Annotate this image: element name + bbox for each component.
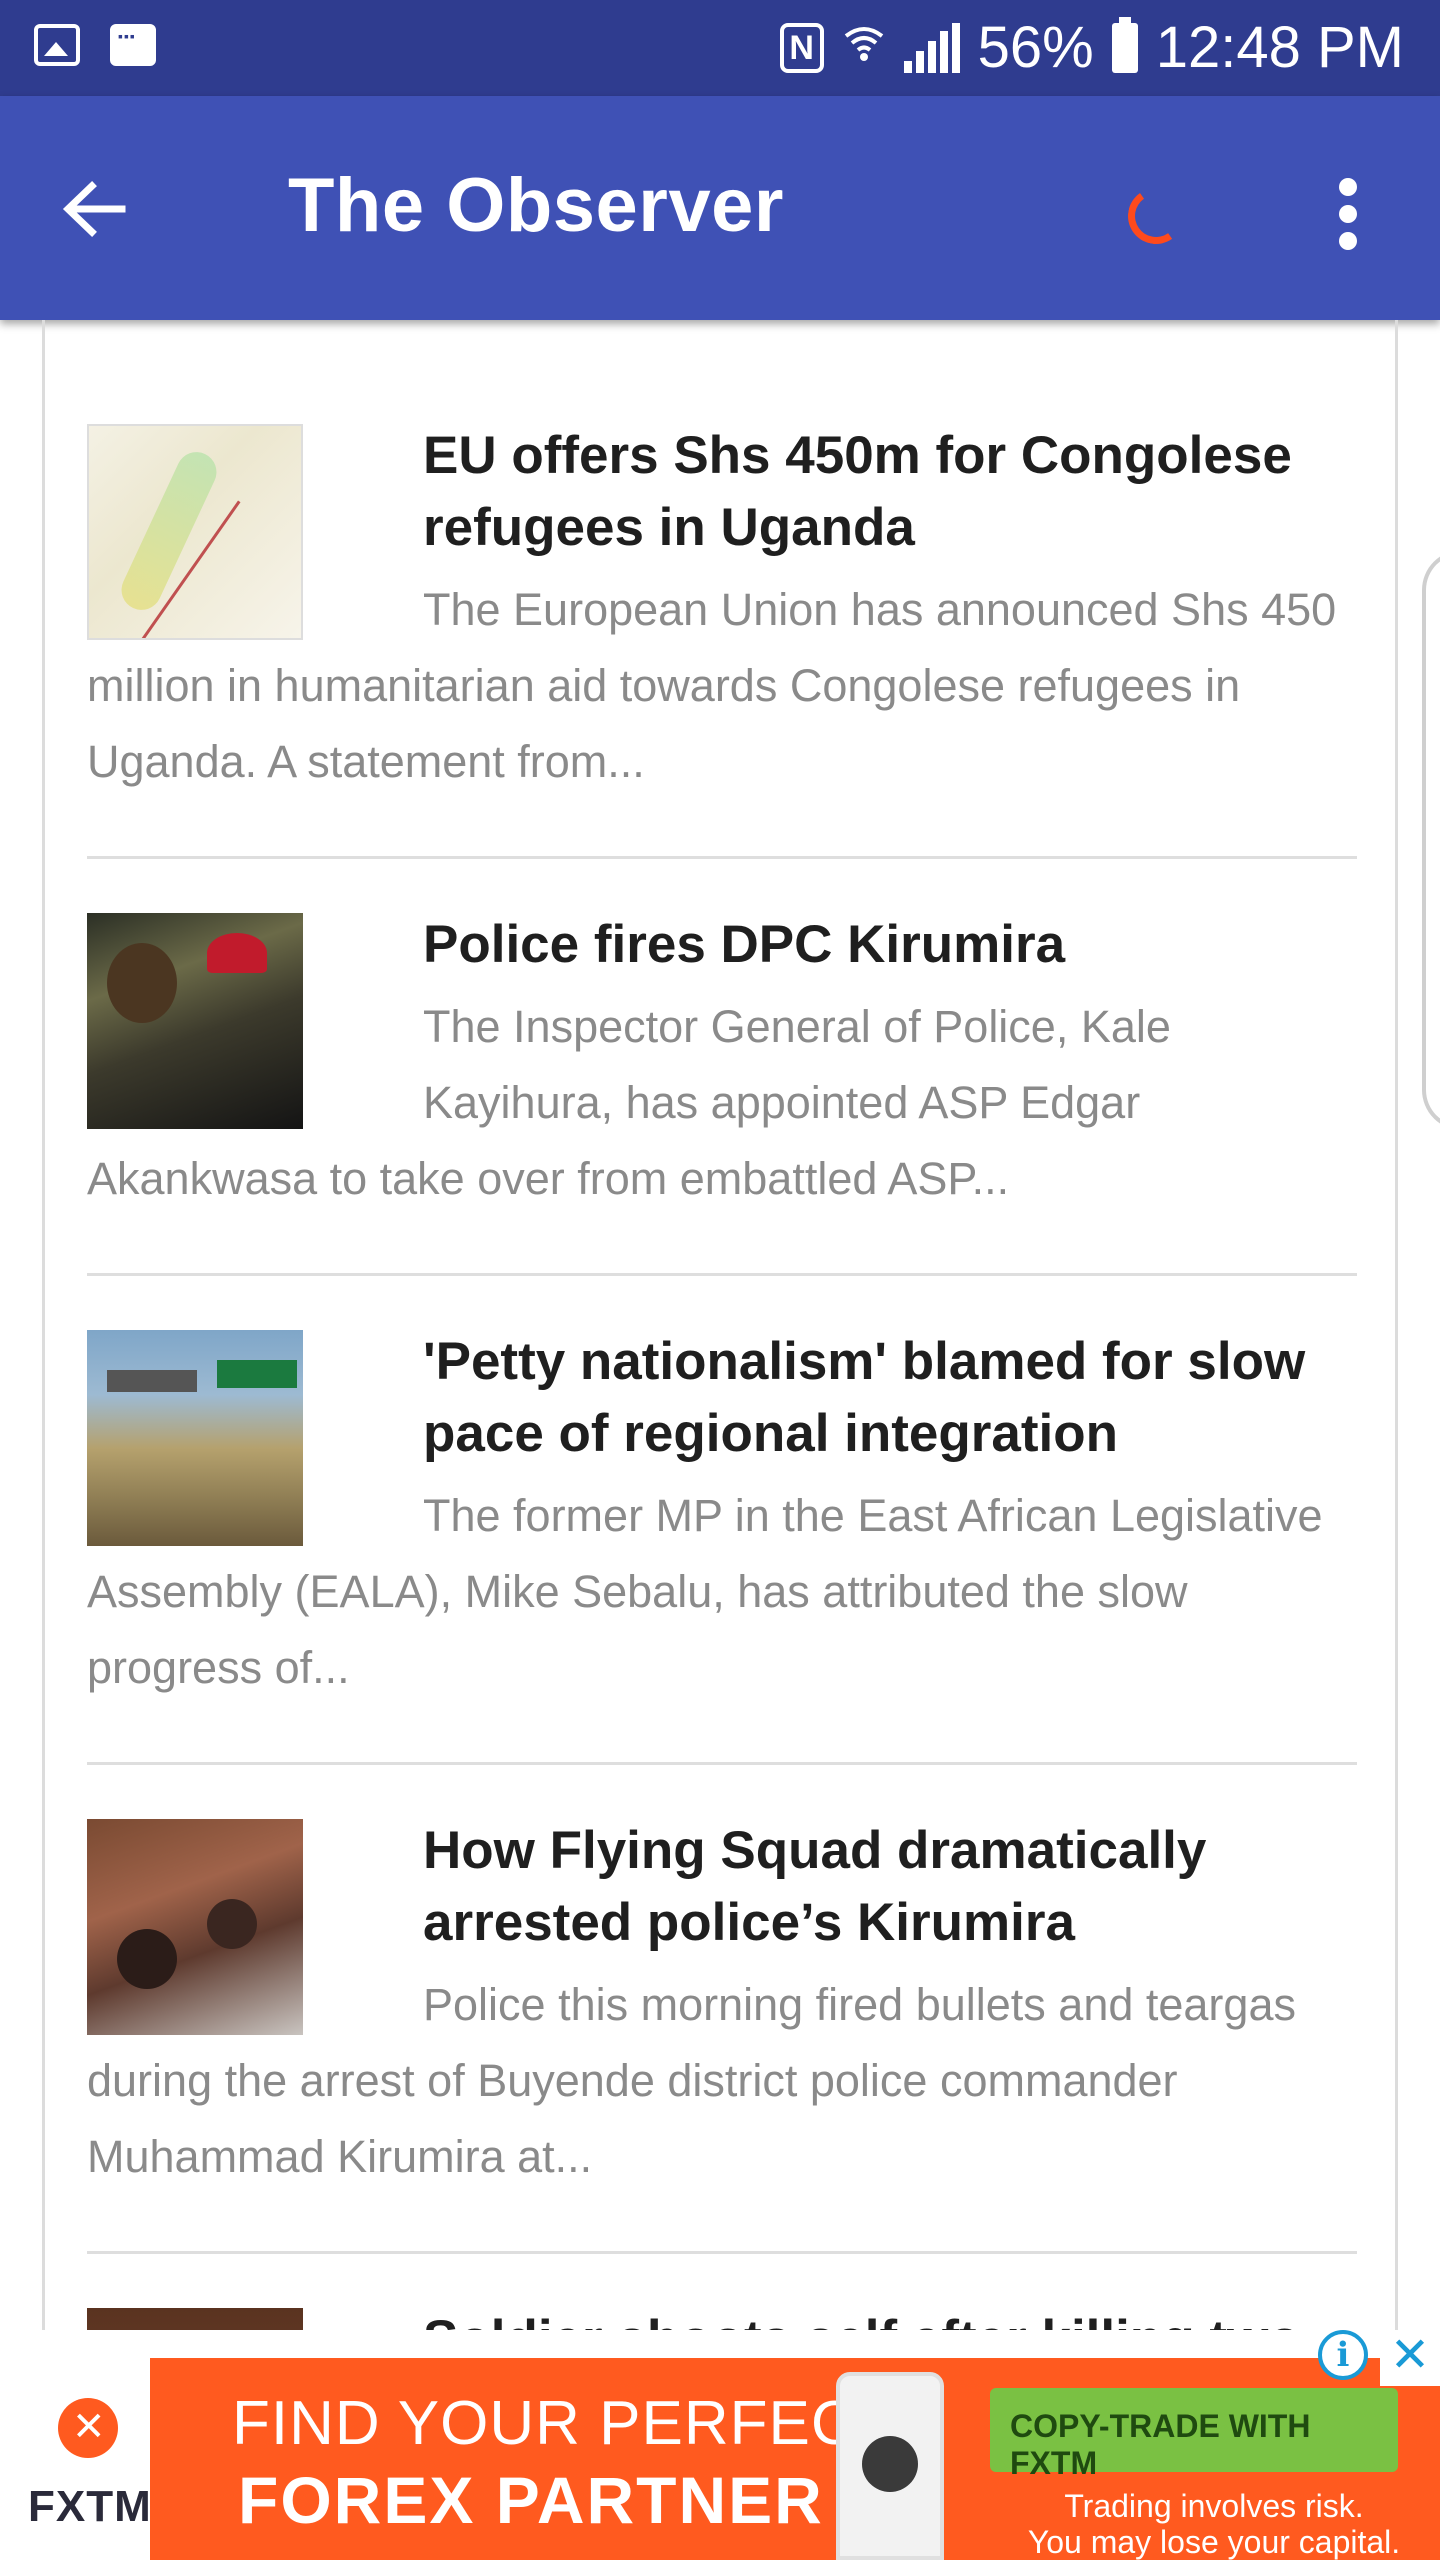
ad-cta-label: COPY-TRADE WITH FXTM bbox=[1010, 2408, 1311, 2481]
ad-info-icon[interactable]: i bbox=[1318, 2330, 1368, 2380]
gallery-icon bbox=[34, 24, 80, 66]
article-thumbnail bbox=[87, 913, 303, 1129]
ad-headline-1: FIND YOUR PERFECT bbox=[232, 2389, 896, 2458]
article-item[interactable]: 'Petty nationalism' blamed for slow pace… bbox=[87, 1326, 1357, 1765]
battery-percent: 56% bbox=[977, 15, 1094, 80]
more-options-icon[interactable] bbox=[1338, 178, 1358, 250]
article-list: EU offers Shs 450m for Congolese refugee… bbox=[87, 420, 1357, 2330]
ad-cta-button[interactable]: COPY-TRADE WITH FXTM bbox=[990, 2388, 1398, 2481]
status-bar: N 56% 12:48 PM bbox=[0, 0, 1440, 96]
phone-illustration-icon bbox=[836, 2372, 944, 2560]
back-arrow-icon[interactable] bbox=[60, 174, 130, 244]
article-item[interactable]: EU offers Shs 450m for Congolese refugee… bbox=[87, 420, 1357, 859]
article-item[interactable]: How Flying Squad dramatically arrested p… bbox=[87, 1815, 1357, 2254]
article-item[interactable]: Police fires DPC Kirumira The Inspector … bbox=[87, 909, 1357, 1276]
ad-risk-warning: Trading involves risk. You may lose your… bbox=[1004, 2488, 1424, 2560]
loading-spinner-icon bbox=[1123, 183, 1189, 249]
signal-icon bbox=[903, 22, 960, 73]
wifi-icon bbox=[842, 20, 886, 75]
ad-headline-2: FOREX PARTNER bbox=[238, 2463, 824, 2537]
article-thumbnail bbox=[87, 2308, 303, 2330]
fxtm-logo-icon bbox=[58, 2398, 118, 2458]
page-title: The Observer bbox=[288, 163, 784, 248]
app-bar: The Observer bbox=[0, 96, 1440, 320]
nfc-icon: N bbox=[779, 22, 824, 73]
battery-icon bbox=[1111, 16, 1138, 73]
article-item[interactable]: Soldier shoots self after killing two bbox=[87, 2304, 1357, 2330]
ad-risk-line-2: You may lose your capital. bbox=[1027, 2524, 1401, 2560]
ad-logo: FXTM bbox=[0, 2358, 152, 2560]
ad-creative[interactable]: FXTM FIND YOUR PERFECT FOREX PARTNER COP… bbox=[0, 2358, 1440, 2560]
article-thumbnail bbox=[87, 1330, 303, 1546]
article-thumbnail bbox=[87, 1819, 303, 2035]
ad-close-icon[interactable]: ✕ bbox=[1380, 2330, 1440, 2386]
message-icon bbox=[110, 24, 156, 66]
ad-brand: FXTM bbox=[28, 2482, 152, 2531]
article-thumbnail bbox=[87, 424, 303, 640]
clock: 12:48 PM bbox=[1155, 15, 1404, 80]
ad-risk-line-1: Trading involves risk. bbox=[1064, 2488, 1364, 2524]
article-list-container: EU offers Shs 450m for Congolese refugee… bbox=[42, 320, 1398, 2330]
ad-banner[interactable]: FXTM FIND YOUR PERFECT FOREX PARTNER COP… bbox=[0, 2330, 1440, 2560]
edge-panel-handle[interactable] bbox=[1422, 550, 1440, 1130]
